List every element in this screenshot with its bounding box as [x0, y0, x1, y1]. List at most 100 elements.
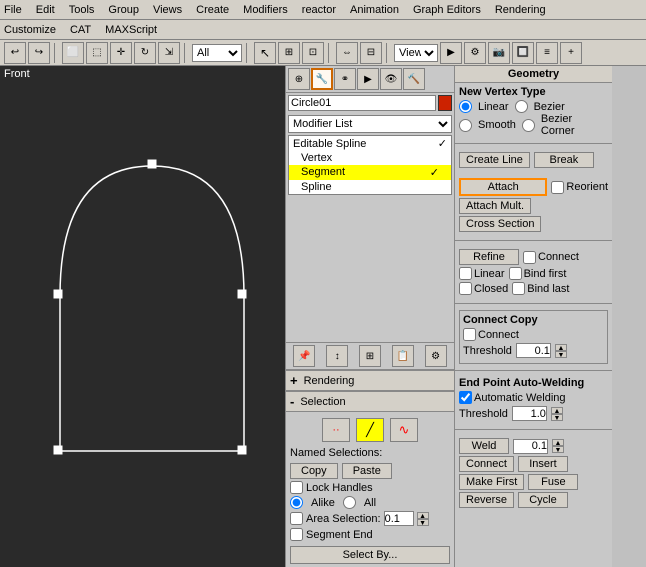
- filter-dropdown[interactable]: All: [192, 44, 242, 62]
- cursor-btn[interactable]: ↖: [254, 42, 276, 64]
- all-radio[interactable]: [343, 496, 356, 509]
- extra-btn[interactable]: +: [560, 42, 582, 64]
- paint-select-btn[interactable]: ⊡: [302, 42, 324, 64]
- copy-s-btn[interactable]: ⊞: [359, 345, 381, 367]
- render-btn[interactable]: ▶: [440, 42, 462, 64]
- object-color-swatch[interactable]: [438, 95, 452, 111]
- viewport[interactable]: Front: [0, 66, 285, 567]
- spline-mode-btn[interactable]: ∿: [390, 418, 418, 442]
- scale-btn[interactable]: ⇲: [158, 42, 180, 64]
- menu-rendering[interactable]: Rendering: [495, 4, 546, 16]
- menu-graph-editors[interactable]: Graph Editors: [413, 4, 481, 16]
- menu-views[interactable]: Views: [153, 4, 182, 16]
- selection-section-header[interactable]: - Selection: [286, 391, 454, 412]
- linear-checkbox[interactable]: [459, 267, 472, 280]
- linear-radio[interactable]: [459, 100, 472, 113]
- make-first-btn[interactable]: Make First: [459, 474, 524, 490]
- attach-mult-btn[interactable]: Attach Mult.: [459, 198, 531, 214]
- copy-button[interactable]: Copy: [290, 463, 338, 479]
- segment-mode-btn[interactable]: ╱: [356, 418, 384, 442]
- menu-maxscript[interactable]: MAXScript: [105, 24, 157, 36]
- threshold2-input[interactable]: [512, 406, 547, 421]
- tree-item-segment[interactable]: Segment ✓: [289, 165, 451, 180]
- motion-icon-btn[interactable]: ▶: [357, 68, 379, 90]
- closed-checkbox[interactable]: [459, 282, 472, 295]
- smooth-radio[interactable]: [459, 119, 472, 132]
- thresh2-down-arrow[interactable]: ▼: [551, 414, 563, 421]
- bezier-radio[interactable]: [515, 100, 528, 113]
- pin-btn[interactable]: 📌: [293, 345, 315, 367]
- thresh-up-arrow[interactable]: ▲: [555, 344, 567, 351]
- auto-welding-checkbox[interactable]: [459, 391, 472, 404]
- rendering-section-header[interactable]: + Rendering: [286, 370, 454, 391]
- thresh2-up-arrow[interactable]: ▲: [551, 407, 563, 414]
- bind-first-checkbox[interactable]: [509, 267, 522, 280]
- weld-btn[interactable]: Weld: [459, 438, 509, 454]
- select-by-button[interactable]: Select By...: [290, 546, 450, 564]
- select-btn[interactable]: ⬜: [62, 42, 84, 64]
- cross-section-btn[interactable]: Cross Section: [459, 216, 541, 232]
- camera-btn[interactable]: 📷: [488, 42, 510, 64]
- connect2-btn[interactable]: Connect: [459, 456, 514, 472]
- connect-checkbox[interactable]: [523, 251, 536, 264]
- paste-s-btn[interactable]: 📋: [392, 345, 414, 367]
- tree-item-vertex[interactable]: Vertex: [289, 151, 451, 165]
- break-btn[interactable]: Break: [534, 152, 594, 168]
- cycle-btn[interactable]: Cycle: [518, 492, 568, 508]
- snap-btn[interactable]: 🔲: [512, 42, 534, 64]
- reverse-btn[interactable]: Reverse: [459, 492, 514, 508]
- reorient-checkbox[interactable]: [551, 181, 564, 194]
- menu-file[interactable]: File: [4, 4, 22, 16]
- segment-end-checkbox[interactable]: [290, 528, 303, 541]
- attach-btn[interactable]: Attach: [459, 178, 547, 196]
- rotate-btn[interactable]: ↻: [134, 42, 156, 64]
- bind-last-checkbox[interactable]: [512, 282, 525, 295]
- view-dropdown[interactable]: View: [394, 44, 438, 62]
- undo-btn[interactable]: ↩: [4, 42, 26, 64]
- fuse-btn[interactable]: Fuse: [528, 474, 578, 490]
- region-select-btn[interactable]: ⊞: [278, 42, 300, 64]
- refine-btn[interactable]: Refine: [459, 249, 519, 265]
- area-down-arrow[interactable]: ▼: [417, 519, 429, 526]
- tree-item-spline[interactable]: Spline: [289, 180, 451, 194]
- menu-cat[interactable]: CAT: [70, 24, 91, 36]
- create-line-btn[interactable]: Create Line: [459, 152, 530, 168]
- redo-btn[interactable]: ↪: [28, 42, 50, 64]
- paste-button[interactable]: Paste: [342, 463, 392, 479]
- area-up-arrow[interactable]: ▲: [417, 512, 429, 519]
- weld-down-arrow[interactable]: ▼: [552, 446, 564, 453]
- hierarchy-icon-btn[interactable]: ⚭: [334, 68, 356, 90]
- move-btn[interactable]: ✛: [110, 42, 132, 64]
- area-selection-input[interactable]: [384, 511, 414, 526]
- menu-create[interactable]: Create: [196, 4, 229, 16]
- weld-up-arrow[interactable]: ▲: [552, 439, 564, 446]
- menu-modifiers[interactable]: Modifiers: [243, 4, 288, 16]
- modify-icon-btn[interactable]: 🔧: [311, 68, 333, 90]
- bezier-corner-radio[interactable]: [522, 119, 535, 132]
- create-icon-btn[interactable]: ⊕: [288, 68, 310, 90]
- utilities-icon-btn[interactable]: 🔨: [403, 68, 425, 90]
- menu-animation[interactable]: Animation: [350, 4, 399, 16]
- tree-item-editable-spline[interactable]: Editable Spline ✓: [289, 136, 451, 151]
- mirror-btn[interactable]: ⇔: [336, 42, 358, 64]
- vertex-mode-btn[interactable]: ··: [322, 418, 350, 442]
- connect-copy-checkbox[interactable]: [463, 328, 476, 341]
- object-name-input[interactable]: [288, 95, 436, 111]
- lock-handles-checkbox[interactable]: [290, 481, 303, 494]
- modifier-dropdown[interactable]: Modifier List: [288, 115, 452, 133]
- render-settings-btn[interactable]: ⚙: [464, 42, 486, 64]
- menu-group[interactable]: Group: [108, 4, 139, 16]
- alike-radio[interactable]: [290, 496, 303, 509]
- display-icon-btn[interactable]: 👁: [380, 68, 402, 90]
- area-selection-checkbox[interactable]: [290, 512, 303, 525]
- layer-btn[interactable]: ≡: [536, 42, 558, 64]
- insert-btn[interactable]: Insert: [518, 456, 568, 472]
- weld-value-input[interactable]: [513, 439, 548, 454]
- thresh-down-arrow[interactable]: ▼: [555, 351, 567, 358]
- select-region-btn[interactable]: ⬚: [86, 42, 108, 64]
- threshold-input[interactable]: [516, 343, 551, 358]
- config-btn[interactable]: ⚙: [425, 345, 447, 367]
- menu-tools[interactable]: Tools: [69, 4, 95, 16]
- track-btn[interactable]: ↕: [326, 345, 348, 367]
- menu-customize[interactable]: Customize: [4, 24, 56, 36]
